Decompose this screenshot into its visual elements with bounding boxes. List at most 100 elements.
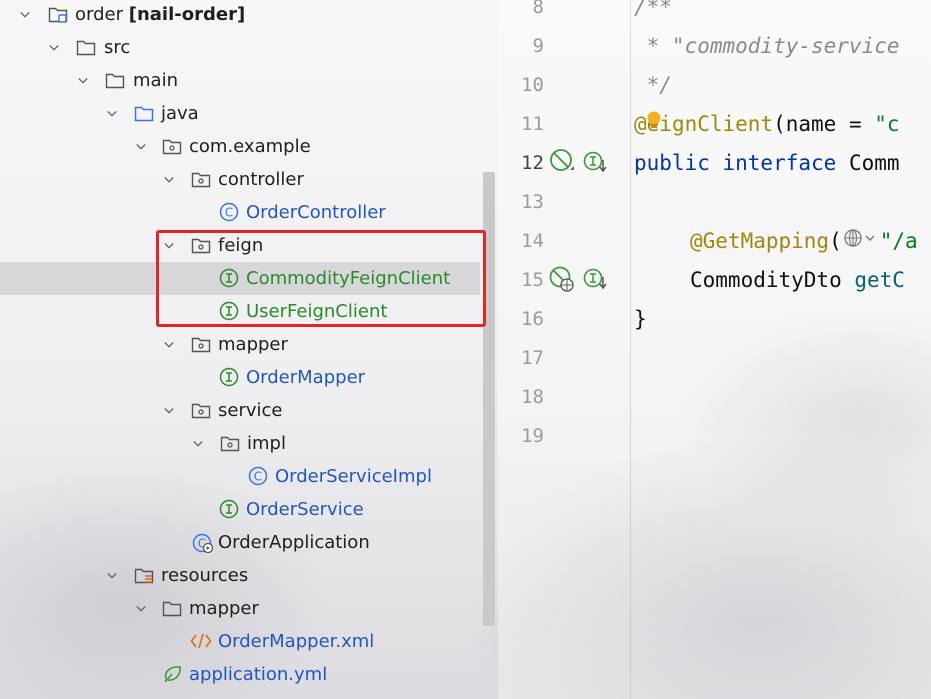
package-icon xyxy=(162,136,182,156)
chevron-down-icon[interactable] xyxy=(107,109,117,119)
globe-inlay-icon[interactable] xyxy=(842,223,880,262)
tree-label: OrderController xyxy=(246,202,386,223)
code-token: eignClient xyxy=(646,112,774,136)
line-number: 11 xyxy=(521,113,544,135)
tree-label: service xyxy=(218,400,283,421)
chevron-down-icon[interactable] xyxy=(193,439,203,449)
spring-boot-class-icon: C xyxy=(191,531,214,554)
folder-icon xyxy=(162,598,182,618)
code-token: public interface xyxy=(634,151,849,175)
project-tool-window: order [nail-order] src main java com.exa… xyxy=(0,0,498,699)
module-name: order xyxy=(75,4,123,25)
tree-label: controller xyxy=(218,169,304,190)
package-icon xyxy=(191,400,211,420)
line-number: 9 xyxy=(532,35,544,57)
web-endpoint-icon[interactable] xyxy=(549,266,575,292)
line-number: 19 xyxy=(521,425,544,447)
tree-row-main[interactable]: main xyxy=(0,64,480,97)
svg-text:C: C xyxy=(225,206,233,220)
line-number: 16 xyxy=(521,308,544,330)
tree-label: application.yml xyxy=(189,664,328,685)
tree-row-class-ordercontroller[interactable]: C OrderController xyxy=(0,196,480,229)
tree-row-package-mapper[interactable]: mapper xyxy=(0,328,480,361)
tree-label: mapper xyxy=(218,334,288,355)
intention-bulb-icon[interactable] xyxy=(646,110,662,136)
tree-row-interface-orderservice[interactable]: OrderService xyxy=(0,493,480,526)
chevron-down-icon[interactable] xyxy=(20,10,30,20)
code-token: @ xyxy=(634,112,647,136)
class-icon: C xyxy=(219,202,239,222)
chevron-down-icon[interactable] xyxy=(164,175,174,185)
code-line-16: } xyxy=(634,307,647,331)
resources-folder-icon xyxy=(134,565,154,585)
folder-icon xyxy=(105,70,125,90)
module-qualifier: [nail-order] xyxy=(128,4,246,25)
gutter-separator xyxy=(630,0,631,699)
tree-row-file-application-yml[interactable]: application.yml xyxy=(0,658,480,691)
line-number: 14 xyxy=(521,230,544,252)
line-number: 18 xyxy=(521,386,544,408)
code-token: "c xyxy=(874,112,900,136)
tree-row-file-ordermapper-xml[interactable]: OrderMapper.xml xyxy=(0,625,480,658)
chevron-down-icon[interactable] xyxy=(78,76,88,86)
code-line-15: CommodityDto getC xyxy=(690,261,905,300)
chevron-down-icon[interactable] xyxy=(107,571,117,581)
line-number: 15 xyxy=(521,269,544,291)
tree-row-resources[interactable]: resources xyxy=(0,559,480,592)
tree-row-order-module[interactable]: order [nail-order] xyxy=(0,0,480,31)
chevron-down-icon[interactable] xyxy=(136,604,146,614)
tree-row-package-impl[interactable]: impl xyxy=(0,427,480,460)
code-token: "/a xyxy=(879,229,918,253)
tree-row-interface-ordermapper[interactable]: OrderMapper xyxy=(0,361,480,394)
code-token: @GetMapping xyxy=(690,229,830,253)
tree-label: OrderMapper xyxy=(246,367,366,388)
tree-row-package-controller[interactable]: controller xyxy=(0,163,480,196)
implemented-icon[interactable] xyxy=(583,267,609,293)
chevron-down-icon[interactable] xyxy=(164,406,174,416)
tree-label: com.example xyxy=(189,136,311,157)
tree-label: resources xyxy=(161,565,249,586)
line-number: 10 xyxy=(521,74,544,96)
folder-icon xyxy=(76,37,96,57)
tree-row-java[interactable]: java xyxy=(0,97,480,130)
line-number: 17 xyxy=(521,347,544,369)
tree-row-resources-mapper[interactable]: mapper xyxy=(0,592,480,625)
implemented-icon[interactable] xyxy=(583,150,609,176)
code-token: ( xyxy=(829,229,842,253)
code-line-11: @eignClient(name = "c xyxy=(634,105,900,144)
code-line-12: public interface Comm xyxy=(634,144,900,183)
interface-icon xyxy=(219,499,239,519)
module-folder-icon xyxy=(48,4,68,24)
tree-label: java xyxy=(161,103,199,124)
code-line-8: /** xyxy=(634,0,672,19)
tree-label: mapper xyxy=(189,598,259,619)
line-number: 12 xyxy=(521,152,544,174)
svg-text:C: C xyxy=(254,470,262,484)
code-token: getC xyxy=(854,268,905,292)
code-token: (name = xyxy=(773,112,875,136)
code-line-10: */ xyxy=(634,73,672,97)
tree-label: OrderApplication xyxy=(218,532,370,553)
chevron-down-icon[interactable] xyxy=(164,340,174,350)
tree-label: OrderServiceImpl xyxy=(275,466,432,487)
no-bean-icon[interactable] xyxy=(549,148,575,174)
tree-row-class-orderapplication[interactable]: C OrderApplication xyxy=(0,526,480,559)
tree-label: main xyxy=(133,70,178,91)
tree-label: impl xyxy=(247,433,286,454)
chevron-down-icon[interactable] xyxy=(49,43,59,53)
chevron-down-icon[interactable] xyxy=(136,142,146,152)
xml-file-icon xyxy=(190,631,212,651)
spring-config-icon xyxy=(162,664,182,684)
code-line-9: * "commodity-service xyxy=(634,34,900,58)
code-token: CommodityDto xyxy=(690,268,855,292)
line-number: 8 xyxy=(532,0,544,18)
tree-label: src xyxy=(104,37,131,58)
tree-row-src[interactable]: src xyxy=(0,31,480,64)
code-line-14: @GetMapping( "/a xyxy=(690,222,918,261)
package-icon xyxy=(191,169,211,189)
tree-row-package-com-example[interactable]: com.example xyxy=(0,130,480,163)
tree-row-package-service[interactable]: service xyxy=(0,394,480,427)
tree-row-class-orderserviceimpl[interactable]: C OrderServiceImpl xyxy=(0,460,480,493)
tree-label: OrderMapper.xml xyxy=(218,631,375,652)
package-icon xyxy=(220,433,240,453)
